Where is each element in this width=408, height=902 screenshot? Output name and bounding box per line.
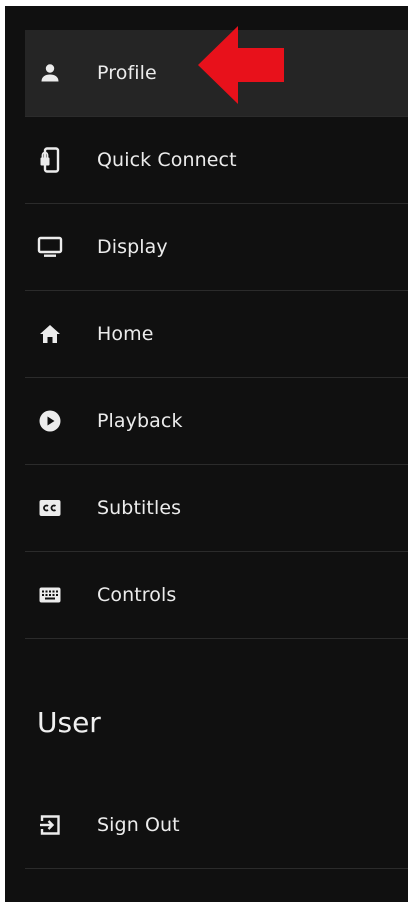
menu-item-label: Home bbox=[97, 323, 154, 345]
monitor-icon bbox=[37, 234, 63, 260]
menu-item-label: Subtitles bbox=[97, 497, 182, 519]
menu-item-label: Playback bbox=[97, 410, 183, 432]
closed-captions-icon bbox=[37, 495, 63, 521]
menu-item-playback[interactable]: Playback bbox=[25, 378, 408, 465]
menu-item-sign-out[interactable]: Sign Out bbox=[25, 782, 408, 869]
menu-item-label: Profile bbox=[97, 62, 157, 84]
play-circle-icon bbox=[37, 408, 63, 434]
device-lock-icon bbox=[37, 147, 63, 173]
menu-item-quick-connect[interactable]: Quick Connect bbox=[25, 117, 408, 204]
menu-item-label: Quick Connect bbox=[97, 149, 237, 171]
menu-item-home[interactable]: Home bbox=[25, 291, 408, 378]
person-icon bbox=[37, 60, 63, 86]
menu-item-subtitles[interactable]: Subtitles bbox=[25, 465, 408, 552]
red-arrow-annotation bbox=[196, 24, 288, 106]
menu-item-label: Sign Out bbox=[97, 814, 180, 836]
keyboard-icon bbox=[37, 582, 63, 608]
menu-item-controls[interactable]: Controls bbox=[25, 552, 408, 639]
menu-item-label: Controls bbox=[97, 584, 177, 606]
section-title-user: User bbox=[37, 706, 101, 739]
settings-panel: Profile Quick Connect Display Home Playb… bbox=[5, 6, 408, 902]
menu-item-label: Display bbox=[97, 236, 168, 258]
sign-out-icon bbox=[37, 812, 63, 838]
home-icon bbox=[37, 321, 63, 347]
menu-item-display[interactable]: Display bbox=[25, 204, 408, 291]
